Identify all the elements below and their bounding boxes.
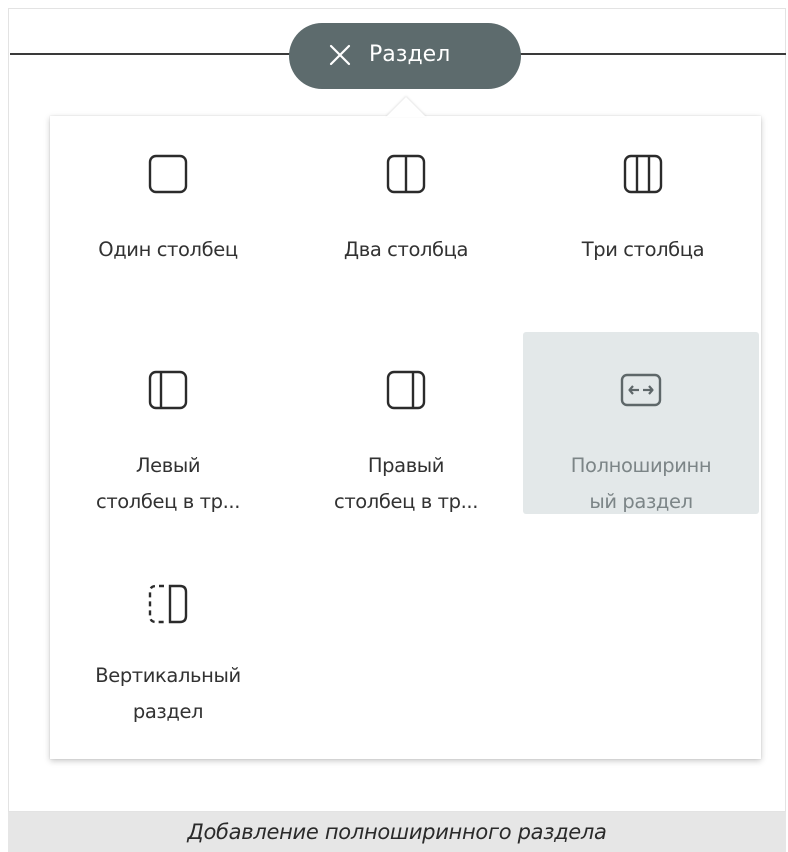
figure-caption-text: Добавление полноширинного раздела bbox=[187, 820, 607, 844]
layout-option-label: Вертикальный раздел bbox=[95, 664, 241, 723]
left-column-icon bbox=[148, 370, 188, 410]
three-columns-icon bbox=[623, 154, 663, 194]
section-toggle-label: Раздел bbox=[369, 42, 451, 67]
layout-option-left-column[interactable]: Левый столбец в тр... bbox=[50, 332, 286, 542]
layout-option-two-columns[interactable]: Два столбца bbox=[288, 116, 524, 326]
screenshot-frame: Раздел Один столбец Два столбца Три стол… bbox=[0, 0, 788, 852]
layout-option-three-columns[interactable]: Три столбца bbox=[525, 116, 761, 326]
close-icon[interactable] bbox=[329, 44, 351, 66]
layout-option-vertical-section[interactable]: Вертикальный раздел bbox=[50, 548, 286, 758]
layout-option-label: Левый столбец в тр... bbox=[96, 454, 240, 513]
layout-option-label: Три столбца bbox=[581, 238, 705, 261]
layout-option-label: Один столбец bbox=[98, 238, 238, 261]
layout-option-one-column[interactable]: Один столбец bbox=[50, 116, 286, 326]
figure-caption: Добавление полноширинного раздела bbox=[8, 812, 786, 852]
panel-pointer-caret bbox=[386, 97, 426, 117]
section-layout-panel: Один столбец Два столбца Три столбца Лев… bbox=[50, 116, 761, 759]
full-width-arrows-icon bbox=[620, 373, 662, 407]
one-column-icon bbox=[148, 154, 188, 194]
layout-option-right-column[interactable]: Правый столбец в тр... bbox=[288, 332, 524, 542]
layout-option-label: Правый столбец в тр... bbox=[334, 454, 478, 513]
right-column-icon bbox=[386, 370, 426, 410]
two-columns-icon bbox=[386, 154, 426, 194]
section-toggle-button[interactable]: Раздел bbox=[289, 23, 521, 89]
layout-option-label: Полноширинн ый раздел bbox=[570, 454, 712, 513]
layout-option-label: Два столбца bbox=[343, 238, 469, 261]
layout-option-full-width[interactable]: Полноширинн ый раздел bbox=[523, 332, 759, 514]
vertical-section-icon bbox=[148, 584, 188, 624]
